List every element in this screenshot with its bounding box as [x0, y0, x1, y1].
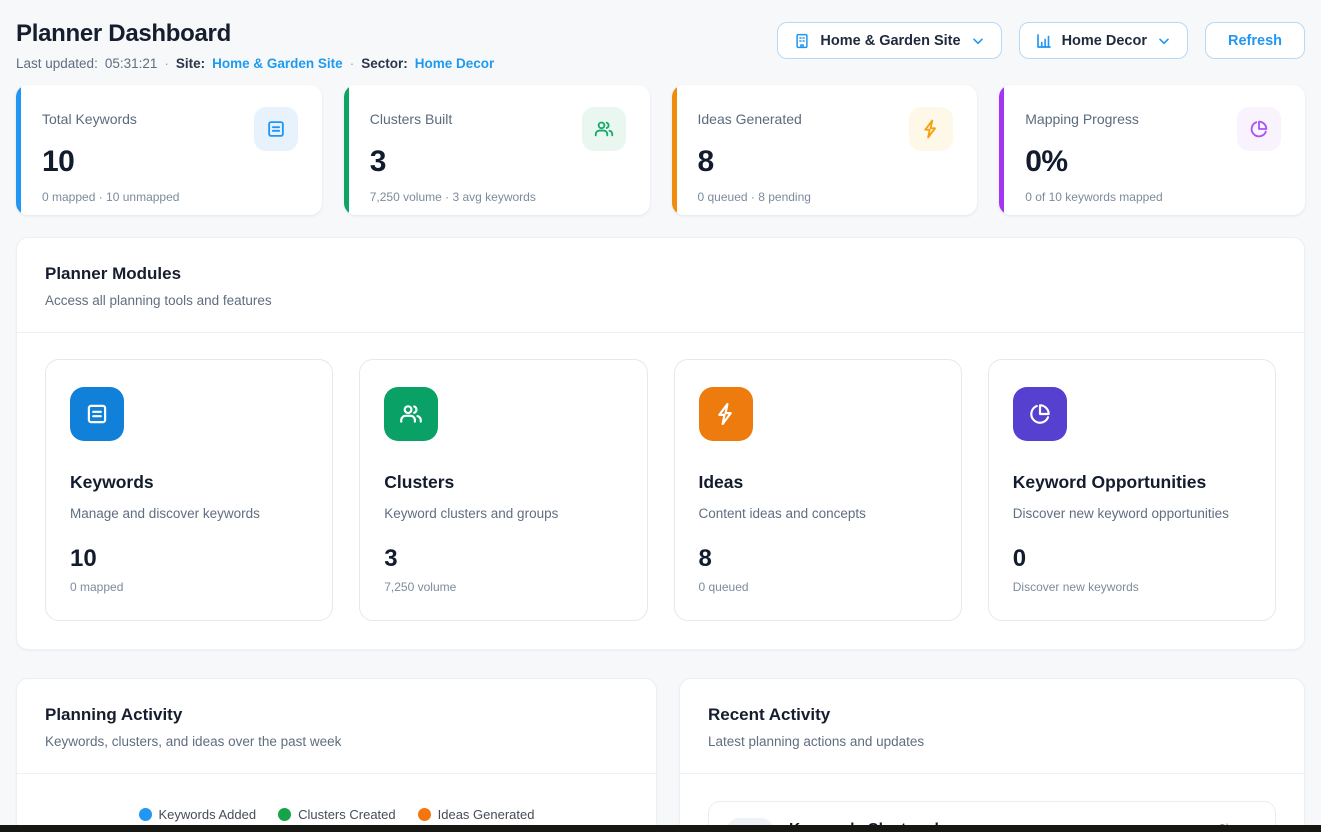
planning-activity-subtitle: Keywords, clusters, and ideas over the p…: [45, 734, 628, 749]
stat-label: Ideas Generated: [698, 107, 802, 127]
planner-dashboard-page: Planner Dashboard Last updated: 05:31:21…: [0, 0, 1321, 832]
module-value: 10: [70, 545, 308, 573]
sector-selector-dropdown[interactable]: Home Decor: [1019, 22, 1188, 59]
module-title: Ideas: [699, 472, 937, 493]
legend-label: Clusters Created: [298, 807, 396, 822]
stat-label: Total Keywords: [42, 107, 137, 127]
page-header: Planner Dashboard Last updated: 05:31:21…: [16, 0, 1305, 71]
meta-separator: ·: [350, 56, 355, 71]
stat-value: 0%: [1025, 145, 1281, 179]
legend-dot: [139, 808, 152, 821]
stat-card-ideas-generated: Ideas Generated 8 0 queued · 8 pending: [672, 85, 978, 215]
page-title: Planner Dashboard: [16, 20, 494, 48]
meta-separator: ·: [164, 56, 169, 71]
stat-label: Mapping Progress: [1025, 107, 1139, 127]
module-description: Content ideas and concepts: [699, 506, 937, 521]
module-card-keywords[interactable]: Keywords Manage and discover keywords 10…: [45, 359, 333, 621]
stat-card-clusters-built: Clusters Built 3 7,250 volume · 3 avg ke…: [344, 85, 650, 215]
stat-value: 3: [370, 145, 626, 179]
module-value: 8: [699, 545, 937, 573]
bar-chart-icon: [1035, 32, 1053, 50]
accent-bar: [999, 85, 1004, 215]
module-card-keyword-opportunities[interactable]: Keyword Opportunities Discover new keywo…: [988, 359, 1276, 621]
module-value: 3: [384, 545, 622, 573]
accent-bar: [344, 85, 349, 215]
module-caption: Discover new keywords: [1013, 580, 1251, 594]
document-lines-icon: [254, 107, 298, 151]
module-description: Keyword clusters and groups: [384, 506, 622, 521]
chevron-down-icon: [1156, 33, 1172, 49]
stat-caption: 7,250 volume · 3 avg keywords: [370, 190, 626, 204]
recent-activity-subtitle: Latest planning actions and updates: [708, 734, 1276, 749]
module-description: Discover new keyword opportunities: [1013, 506, 1251, 521]
legend-item-ideas-generated: Ideas Generated: [418, 807, 535, 822]
users-icon: [582, 107, 626, 151]
header-controls: Home & Garden Site Home Decor Refresh: [777, 22, 1305, 59]
sector-label: Sector:: [361, 56, 408, 71]
planning-activity-panel: Planning Activity Keywords, clusters, an…: [16, 678, 657, 832]
stat-label: Clusters Built: [370, 107, 452, 127]
header-left: Planner Dashboard Last updated: 05:31:21…: [16, 20, 494, 71]
stat-card-total-keywords: Total Keywords 10 0 mapped · 10 unmapped: [16, 85, 322, 215]
legend-label: Ideas Generated: [438, 807, 535, 822]
legend-dot: [278, 808, 291, 821]
stat-caption: 0 of 10 keywords mapped: [1025, 190, 1281, 204]
accent-bar: [16, 85, 21, 215]
legend-item-clusters-created: Clusters Created: [278, 807, 396, 822]
stat-caption: 0 queued · 8 pending: [698, 190, 954, 204]
building-icon: [793, 32, 811, 50]
modules-subtitle: Access all planning tools and features: [45, 293, 1276, 308]
pie-chart-icon: [1013, 387, 1067, 441]
chevron-down-icon: [970, 33, 986, 49]
planner-modules-panel: Planner Modules Access all planning tool…: [16, 237, 1305, 650]
header-meta: Last updated: 05:31:21 · Site: Home & Ga…: [16, 56, 494, 71]
stat-caption: 0 mapped · 10 unmapped: [42, 190, 298, 204]
module-description: Manage and discover keywords: [70, 506, 308, 521]
document-lines-icon: [70, 387, 124, 441]
sector-link[interactable]: Home Decor: [415, 56, 495, 71]
module-caption: 0 queued: [699, 580, 937, 594]
recent-activity-title: Recent Activity: [708, 705, 1276, 725]
recent-activity-panel: Recent Activity Latest planning actions …: [679, 678, 1305, 832]
stat-value: 8: [698, 145, 954, 179]
module-caption: 7,250 volume: [384, 580, 622, 594]
module-caption: 0 mapped: [70, 580, 308, 594]
modules-title: Planner Modules: [45, 264, 1276, 284]
last-updated-value: 05:31:21: [105, 56, 158, 71]
modules-grid: Keywords Manage and discover keywords 10…: [17, 333, 1304, 649]
legend-item-keywords-added: Keywords Added: [139, 807, 257, 822]
chart-legend: Keywords Added Clusters Created Ideas Ge…: [17, 807, 656, 822]
pie-chart-icon: [1237, 107, 1281, 151]
stats-row: Total Keywords 10 0 mapped · 10 unmapped…: [16, 85, 1305, 215]
bottom-row: Planning Activity Keywords, clusters, an…: [16, 678, 1305, 832]
module-title: Keyword Opportunities: [1013, 472, 1251, 493]
legend-label: Keywords Added: [159, 807, 257, 822]
refresh-button[interactable]: Refresh: [1205, 22, 1305, 59]
sector-selector-label: Home Decor: [1062, 33, 1147, 49]
module-title: Clusters: [384, 472, 622, 493]
module-title: Keywords: [70, 472, 308, 493]
site-selector-label: Home & Garden Site: [820, 33, 960, 49]
users-icon: [384, 387, 438, 441]
module-card-clusters[interactable]: Clusters Keyword clusters and groups 3 7…: [359, 359, 647, 621]
module-value: 0: [1013, 545, 1251, 573]
divider: [17, 773, 656, 774]
planning-activity-title: Planning Activity: [45, 705, 628, 725]
stat-card-mapping-progress: Mapping Progress 0% 0 of 10 keywords map…: [999, 85, 1305, 215]
bottom-edge-bar: [0, 825, 1321, 832]
legend-dot: [418, 808, 431, 821]
last-updated-label: Last updated:: [16, 56, 98, 71]
accent-bar: [672, 85, 677, 215]
site-link[interactable]: Home & Garden Site: [212, 56, 343, 71]
lightning-icon: [909, 107, 953, 151]
site-label: Site:: [176, 56, 205, 71]
site-selector-dropdown[interactable]: Home & Garden Site: [777, 22, 1001, 59]
module-card-ideas[interactable]: Ideas Content ideas and concepts 8 0 que…: [674, 359, 962, 621]
stat-value: 10: [42, 145, 298, 179]
lightning-icon: [699, 387, 753, 441]
